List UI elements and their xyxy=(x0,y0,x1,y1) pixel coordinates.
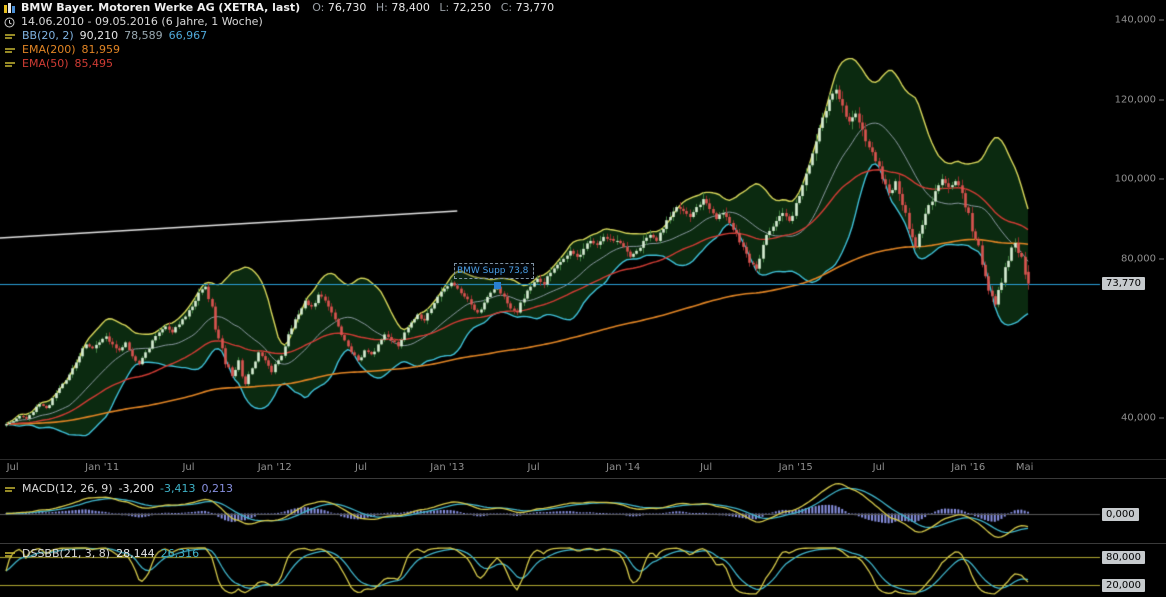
macd-value: -3,200 xyxy=(118,482,155,495)
open-value: 76,730 xyxy=(327,1,367,14)
chart-window: BMW Bayer. Motoren Werke AG (XETRA, last… xyxy=(0,0,1166,597)
bb-middle-value: 78,589 xyxy=(124,29,163,42)
x-axis-label: Jan '12 xyxy=(257,462,292,473)
ema50-name: EMA(50) xyxy=(22,57,69,70)
annotation-marker[interactable] xyxy=(494,282,502,290)
bb-lower-value: 66,967 xyxy=(168,29,208,42)
x-axis-label: Mai xyxy=(1015,462,1034,473)
macd-name: MACD(12, 26, 9) xyxy=(22,482,113,495)
axis-separator xyxy=(0,459,1166,460)
x-axis-label: Jan '11 xyxy=(85,462,120,473)
y-axis: 140,000 120,000 100,000 80,000 40,000 xyxy=(1100,0,1166,460)
date-range: 14.06.2010 - 09.05.2016 (6 Jahre, 1 Woch… xyxy=(21,15,263,28)
last-price-label: 73,770 xyxy=(1102,276,1145,290)
indicator-icon xyxy=(4,32,16,41)
x-axis-label: Jan '15 xyxy=(778,462,813,473)
y-axis-label: 80,000 xyxy=(1102,253,1164,264)
dssbb-upper-level-label: 80,000 xyxy=(1102,551,1145,565)
instrument-title: BMW Bayer. Motoren Werke AG (XETRA, last… xyxy=(21,1,301,14)
x-axis-label: Jul xyxy=(6,462,19,473)
x-axis-label: Jul xyxy=(527,462,540,473)
ohlc-readout: O: 76,730 H: 78,400 L: 72,250 C: 73,770 xyxy=(306,2,554,14)
date-range-row: 14.06.2010 - 09.05.2016 (6 Jahre, 1 Woch… xyxy=(4,16,263,28)
close-label: C: xyxy=(500,1,513,14)
dssbb-value2: 26,316 xyxy=(160,547,200,560)
dssbb-lower-level-label: 20,000 xyxy=(1102,578,1145,592)
price-chart-canvas[interactable] xyxy=(0,0,1166,460)
dssbb-panel-separator xyxy=(0,543,1166,544)
x-axis-label: Jul xyxy=(182,462,195,473)
indicator-icon xyxy=(4,550,16,559)
low-value: 72,250 xyxy=(452,1,492,14)
legend-ema50[interactable]: EMA(50) 85,495 xyxy=(4,58,113,70)
legend-bollinger[interactable]: BB(20, 2) 90,210 78,589 66,967 xyxy=(4,30,207,42)
x-axis-label: Jan '14 xyxy=(606,462,641,473)
bb-upper-value: 90,210 xyxy=(79,29,119,42)
legend-macd[interactable]: MACD(12, 26, 9) -3,200 -3,413 0,213 xyxy=(4,483,233,495)
ema50-value: 85,495 xyxy=(74,57,114,70)
low-label: L: xyxy=(439,1,450,14)
macd-hist-value: 0,213 xyxy=(201,482,233,495)
dssbb-value1: 28,144 xyxy=(116,547,155,560)
open-label: O: xyxy=(312,1,325,14)
ema200-name: EMA(200) xyxy=(22,43,76,56)
y-axis-label: 40,000 xyxy=(1102,413,1164,424)
legend-dssbb[interactable]: DSSBB(21, 3, 8) 28,144 26,316 xyxy=(4,548,199,560)
ema200-value: 81,959 xyxy=(81,43,121,56)
annotation-text: BMW Supp 73,8 xyxy=(456,266,529,277)
indicator-icon xyxy=(4,485,16,494)
x-axis-label: Jan '13 xyxy=(430,462,465,473)
y-axis-label: 100,000 xyxy=(1102,174,1164,185)
high-value: 78,400 xyxy=(391,1,430,14)
macd-signal-value: -3,413 xyxy=(160,482,196,495)
y-axis-label: 120,000 xyxy=(1102,94,1164,105)
x-axis-label: Jul xyxy=(700,462,713,473)
y-axis-label: 140,000 xyxy=(1102,15,1164,26)
x-axis: Jul Jan '11 Jul Jan '12 Jul Jan '13 Jul Jan '14… xyxy=(0,462,1166,477)
clock-icon xyxy=(4,17,15,28)
x-axis-label: Jan '16 xyxy=(951,462,986,473)
bb-name: BB(20, 2) xyxy=(22,29,74,42)
macd-panel-separator xyxy=(0,478,1166,479)
indicator-icon xyxy=(4,60,16,69)
x-axis-label: Jul xyxy=(354,462,368,473)
title-bar: BMW Bayer. Motoren Werke AG (XETRA, last… xyxy=(4,2,554,14)
indicator-icon xyxy=(4,46,16,55)
x-axis-label: Jul xyxy=(872,462,885,473)
high-label: H: xyxy=(375,1,388,14)
app-icon xyxy=(4,2,15,14)
macd-zero-label: 0,000 xyxy=(1102,507,1139,521)
annotation-note[interactable]: BMW Supp 73,8 xyxy=(453,263,534,280)
legend-ema200[interactable]: EMA(200) 81,959 xyxy=(4,44,120,56)
dssbb-name: DSSBB(21, 3, 8) xyxy=(22,547,111,560)
close-value: 73,770 xyxy=(515,1,555,14)
